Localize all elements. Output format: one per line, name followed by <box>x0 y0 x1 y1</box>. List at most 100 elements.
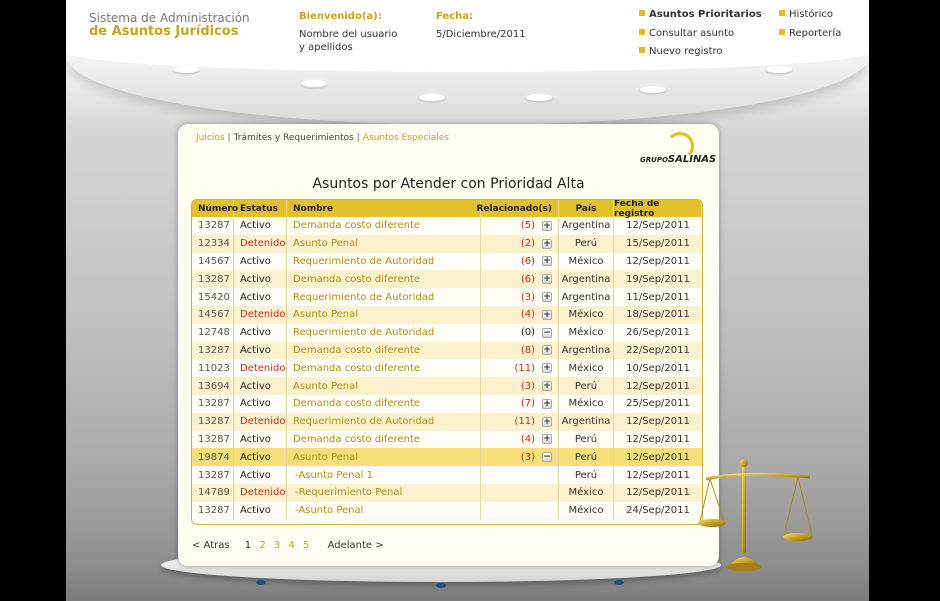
col-numero[interactable]: Número <box>192 200 238 217</box>
cell-numero: 13287 <box>192 412 234 431</box>
col-relacionado[interactable]: Relacionado(s) <box>477 200 559 217</box>
table-row[interactable]: 13694 Activo Asunto Penal (3) + Perú 12/Sep/20… <box>192 377 702 395</box>
cell-nombre[interactable]: Requerimiento de Autoridad <box>287 412 481 431</box>
nav-label: Nuevo registro <box>649 46 723 57</box>
col-fecha[interactable]: Fecha de registro <box>614 200 702 219</box>
table-row[interactable]: 15420 Activo Requerimiento de Autoridad (3)… <box>192 288 702 306</box>
breadcrumb: Juicios | Trámites y Requerimientos | Asunto… <box>196 133 449 143</box>
cell-numero: 14789 <box>192 483 234 502</box>
col-pais[interactable]: País <box>559 200 614 217</box>
cell-relacionado: (3) − <box>481 448 559 467</box>
cell-estatus: Detenido <box>234 412 287 431</box>
cell-estatus: Activo <box>234 217 287 235</box>
collapse-icon[interactable]: − <box>542 327 552 338</box>
table-row[interactable]: 12748 Activo Requerimiento de Autoridad (0)… <box>192 323 702 342</box>
table-row[interactable]: 14567 Detenido Asunto Penal (4) + México 18/Se… <box>192 305 702 324</box>
cell-nombre[interactable]: Demanda costo diferente <box>287 430 481 449</box>
related-count: (3) <box>520 291 535 303</box>
cell-fecha: 12/Sep/2011 <box>626 451 690 463</box>
expand-icon[interactable]: + <box>542 256 552 267</box>
expand-icon[interactable]: + <box>542 363 552 374</box>
cell-fecha: 12/Sep/2011 <box>626 469 690 481</box>
col-estatus[interactable]: Estatus <box>234 200 287 217</box>
breadcrumb-separator: | <box>227 133 231 143</box>
cell-nombre[interactable]: Demanda costo diferente <box>287 217 481 235</box>
expand-icon[interactable]: + <box>542 220 552 231</box>
cell-relacionado <box>481 466 559 484</box>
table-row[interactable]: 11023 Detenido Demanda costo diferente (11)… <box>192 359 702 378</box>
cell-fecha: 11/Sep/2011 <box>626 291 690 303</box>
table-row[interactable]: 13287 Activo Demanda costo diferente (5) + Ar… <box>192 217 702 235</box>
pager-page-3[interactable]: 3 <box>274 540 280 551</box>
expand-icon[interactable]: + <box>542 434 552 445</box>
cell-nombre[interactable]: Asunto Penal <box>287 377 481 395</box>
expand-icon[interactable]: + <box>542 416 552 427</box>
cell-nombre[interactable]: Demanda costo diferente <box>287 270 481 289</box>
table-row[interactable]: 19874 Activo Asunto Penal (3) − Perú 12/Sep/20… <box>192 448 702 467</box>
pager-page-5[interactable]: 5 <box>303 540 309 551</box>
table-row[interactable]: 13287 Activo Demanda costo diferente (4) + Pe… <box>192 430 702 449</box>
breadcrumb-juicios[interactable]: Juicios <box>196 133 225 143</box>
table-row[interactable]: 12334 Detenido Asunto Penal (2) + Perú 15/Sep/… <box>192 234 702 253</box>
pager-page-4[interactable]: 4 <box>288 540 294 551</box>
breadcrumb-separator: | <box>356 133 360 143</box>
cell-nombre[interactable]: Asunto Penal <box>287 305 481 324</box>
cell-nombre[interactable]: Requerimiento de Autoridad <box>287 323 481 342</box>
cell-nombre[interactable]: -Asunto Penal <box>287 501 481 520</box>
cell-nombre[interactable]: Demanda costo diferente <box>287 394 481 413</box>
table-row[interactable]: 13287 Detenido Requerimiento de Autoridad(… <box>192 412 702 431</box>
related-count: (3) <box>520 451 535 463</box>
pager-page-1[interactable]: 1 <box>245 540 251 551</box>
related-count: (6) <box>520 273 535 285</box>
pager-page-2[interactable]: 2 <box>259 540 265 551</box>
cell-fecha: 12/Sep/2011 <box>626 487 690 499</box>
related-count: (0) <box>520 327 535 339</box>
table-row[interactable]: 13287 Activo Demanda costo diferente (7) + Mé… <box>192 394 702 413</box>
cell-nombre[interactable]: -Asunto Penal 1 <box>287 466 481 484</box>
cell-nombre[interactable]: Requerimiento de Autoridad <box>287 252 481 271</box>
table-row[interactable]: 14789 Detenido -Requerimiento Penal México 1… <box>192 483 702 502</box>
expand-icon[interactable]: + <box>542 292 552 303</box>
cell-estatus: Activo <box>234 270 287 289</box>
table-row[interactable]: 13287 Activo -Asunto Penal 1 Perú 12/Sep/201… <box>192 466 702 484</box>
expand-icon[interactable]: + <box>542 398 552 409</box>
cell-estatus: Activo <box>234 323 287 342</box>
cell-pais: Perú <box>559 466 614 484</box>
stage-light <box>436 583 446 588</box>
cell-nombre[interactable]: -Requerimiento Penal <box>287 483 481 502</box>
expand-icon[interactable]: + <box>542 309 552 320</box>
table-row[interactable]: 13287 Activo Demanda costo diferente (8) + Ar… <box>192 341 702 360</box>
cell-nombre[interactable]: Asunto Penal <box>287 234 481 253</box>
table-row[interactable]: 13287 Activo -Asunto Penal México 24/Sep/201… <box>192 501 702 520</box>
expand-icon[interactable]: + <box>542 381 552 392</box>
expand-icon[interactable]: + <box>542 345 552 356</box>
pager-prev[interactable]: < Atras <box>192 540 230 551</box>
collapse-icon[interactable]: − <box>542 452 552 463</box>
cell-relacionado: (0) − <box>481 323 559 342</box>
breadcrumb-asuntos-especiales[interactable]: Asuntos Especiales <box>363 133 449 143</box>
cell-nombre[interactable]: Demanda costo diferente <box>287 341 481 360</box>
cell-nombre[interactable]: Asunto Penal <box>287 448 481 467</box>
cell-pais: Perú <box>559 448 614 467</box>
cell-nombre[interactable]: Requerimiento de Autoridad <box>287 288 481 306</box>
table-row[interactable]: 14567 Activo Requerimiento de Autoridad (6)… <box>192 252 702 271</box>
ceiling-light <box>526 94 552 101</box>
nav-historico[interactable]: Histórico <box>779 9 833 20</box>
nav-consultar-asunto[interactable]: Consultar asunto <box>639 28 734 39</box>
cell-fecha: 24/Sep/2011 <box>626 505 690 517</box>
expand-icon[interactable]: + <box>542 274 552 285</box>
cell-pais: Argentina <box>559 217 614 235</box>
table-row[interactable]: 13287 Activo Demanda costo diferente (6) + Ar… <box>192 270 702 289</box>
nav-reporteria[interactable]: Reportería <box>779 28 841 39</box>
cell-pais: México <box>559 359 614 378</box>
nav-asuntos-prioritarios[interactable]: Asuntos Prioritarios <box>639 9 762 20</box>
cell-nombre[interactable]: Demanda costo diferente <box>287 359 481 378</box>
cell-relacionado: (7) + <box>481 394 559 413</box>
bullet-icon <box>779 10 785 16</box>
breadcrumb-tramites[interactable]: Trámites y Requerimientos <box>234 133 354 143</box>
pager-next[interactable]: Adelante > <box>328 540 384 551</box>
expand-icon[interactable]: + <box>542 238 552 249</box>
col-nombre[interactable]: Nombre <box>287 200 481 217</box>
cell-numero: 13287 <box>192 341 234 360</box>
nav-nuevo-registro[interactable]: Nuevo registro <box>639 46 723 57</box>
